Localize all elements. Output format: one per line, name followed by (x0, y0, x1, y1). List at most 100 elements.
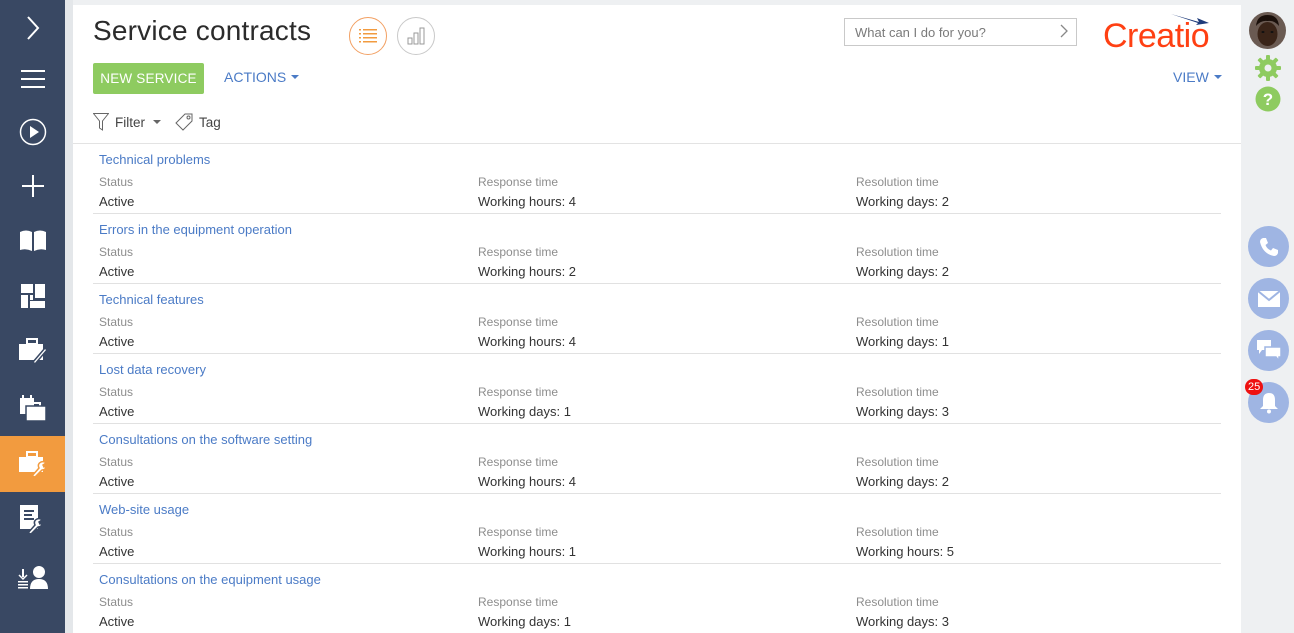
sidebar-item-contracts[interactable] (0, 323, 65, 379)
book-icon (19, 230, 46, 251)
record-title-link[interactable]: Technical problems (99, 152, 210, 167)
play-circle-icon (19, 118, 46, 146)
list-item[interactable]: Lost data recovery Status Active Respons… (93, 354, 1221, 424)
field-label: Response time (478, 455, 559, 469)
list-item[interactable]: Consultations on the equipment usage Sta… (93, 564, 1221, 633)
field-label: Status (99, 455, 134, 469)
sidebar-item-agent-desktop[interactable] (0, 549, 65, 605)
list-item[interactable]: Consultations on the software setting St… (93, 424, 1221, 494)
field-label: Resolution time (856, 175, 939, 189)
svg-text:?: ? (1263, 90, 1273, 109)
response-time-value: Working hours: 4 (478, 334, 577, 349)
record-title-link[interactable]: Lost data recovery (99, 362, 206, 377)
resolution-time-value: Working days: 3 (856, 404, 949, 419)
list-item[interactable]: Errors in the equipment operation Status… (93, 214, 1221, 284)
sidebar-gap (65, 0, 73, 633)
command-search-input[interactable] (855, 24, 1045, 40)
new-service-button[interactable]: NEW SERVICE (93, 63, 204, 94)
resolution-time-field: Resolution time Working days: 2 (856, 175, 949, 209)
field-label: Resolution time (856, 595, 939, 609)
sidebar-item-service-catalog[interactable] (0, 492, 65, 548)
resolution-time-field: Resolution time Working days: 3 (856, 385, 949, 419)
record-title-link[interactable]: Consultations on the equipment usage (99, 572, 321, 587)
field-label: Status (99, 175, 134, 189)
tag-icon (175, 113, 193, 131)
response-time-value: Working hours: 1 (478, 544, 577, 559)
status-field: Status Active (99, 175, 134, 209)
user-avatar[interactable] (1249, 12, 1286, 49)
document-wrench-icon (19, 505, 43, 535)
list-view-button[interactable] (349, 17, 387, 55)
record-title-link[interactable]: Consultations on the software setting (99, 432, 312, 447)
actions-label: ACTIONS (224, 69, 287, 85)
command-search[interactable] (844, 18, 1077, 46)
response-time-value: Working days: 1 (478, 404, 571, 419)
status-value: Active (99, 614, 135, 629)
field-label: Resolution time (856, 385, 939, 399)
field-label: Resolution time (856, 525, 939, 539)
phone-button[interactable] (1248, 226, 1289, 267)
filter-label: Filter (115, 114, 145, 130)
status-value: Active (99, 474, 135, 489)
resolution-time-field: Resolution time Working days: 2 (856, 245, 949, 279)
response-time-field: Response time Working hours: 1 (478, 525, 576, 559)
page-title: Service contracts (93, 15, 312, 46)
resolution-time-field: Resolution time Working days: 3 (856, 595, 949, 629)
chevron-right-icon (26, 16, 39, 40)
chat-button[interactable] (1248, 330, 1289, 371)
response-time-field: Response time Working days: 1 (478, 385, 571, 419)
status-value: Active (99, 194, 135, 209)
filter-bar: Filter Tag (93, 113, 221, 131)
resolution-time-value: Working days: 2 (856, 474, 949, 489)
resolution-time-field: Resolution time Working days: 1 (856, 315, 949, 349)
bell-icon (1259, 392, 1278, 413)
caret-down-icon (291, 75, 300, 79)
field-label: Response time (478, 525, 559, 539)
list-item[interactable]: Technical features Status Active Respons… (93, 284, 1221, 354)
settings-button[interactable] (1255, 55, 1281, 86)
view-button[interactable]: VIEW (1173, 69, 1222, 85)
list-item[interactable]: Web-site usage Status Active Response ti… (93, 494, 1221, 564)
resolution-time-value: Working days: 2 (856, 194, 949, 209)
caret-down-icon (153, 120, 161, 124)
logo-arrow-icon (1171, 14, 1209, 25)
resolution-time-value: Working hours: 5 (856, 544, 955, 559)
status-value: Active (99, 264, 135, 279)
resolution-time-value: Working days: 2 (856, 264, 949, 279)
search-go-icon[interactable] (1060, 24, 1068, 41)
status-field: Status Active (99, 315, 134, 349)
list-item[interactable]: Technical problems Status Active Respons… (93, 144, 1221, 214)
sidebar-item-service-contracts[interactable] (0, 436, 65, 492)
help-button[interactable]: ? (1255, 86, 1281, 117)
sidebar-collapse-button[interactable] (0, 0, 65, 56)
response-time-value: Working hours: 4 (478, 194, 577, 209)
field-label: Response time (478, 245, 559, 259)
actions-button[interactable]: ACTIONS (224, 69, 300, 85)
field-label: Response time (478, 315, 559, 329)
email-button[interactable] (1248, 278, 1289, 319)
analytics-view-button[interactable] (397, 17, 435, 55)
sidebar-item-projects[interactable] (0, 380, 65, 436)
status-value: Active (99, 544, 135, 559)
sidebar-item-add[interactable] (0, 158, 65, 214)
response-time-field: Response time Working hours: 2 (478, 245, 576, 279)
resolution-time-value: Working days: 3 (856, 614, 949, 629)
record-title-link[interactable]: Errors in the equipment operation (99, 222, 292, 237)
sidebar-item-knowledge-base[interactable] (0, 212, 65, 268)
response-time-value: Working hours: 4 (478, 474, 577, 489)
sidebar-menu-button[interactable] (0, 51, 65, 107)
record-title-link[interactable]: Web-site usage (99, 502, 189, 517)
response-time-value: Working hours: 2 (478, 264, 577, 279)
notification-badge: 25 (1245, 379, 1264, 395)
help-icon: ? (1255, 86, 1281, 112)
tag-button[interactable]: Tag (175, 113, 221, 131)
field-label: Resolution time (856, 315, 939, 329)
record-title-link[interactable]: Technical features (99, 292, 204, 307)
sidebar-item-processes[interactable] (0, 104, 65, 160)
field-label: Resolution time (856, 245, 939, 259)
filter-button[interactable]: Filter (93, 113, 161, 131)
view-label: VIEW (1173, 69, 1209, 85)
status-field: Status Active (99, 385, 134, 419)
sidebar-item-dashboards[interactable] (0, 268, 65, 324)
field-label: Status (99, 595, 134, 609)
